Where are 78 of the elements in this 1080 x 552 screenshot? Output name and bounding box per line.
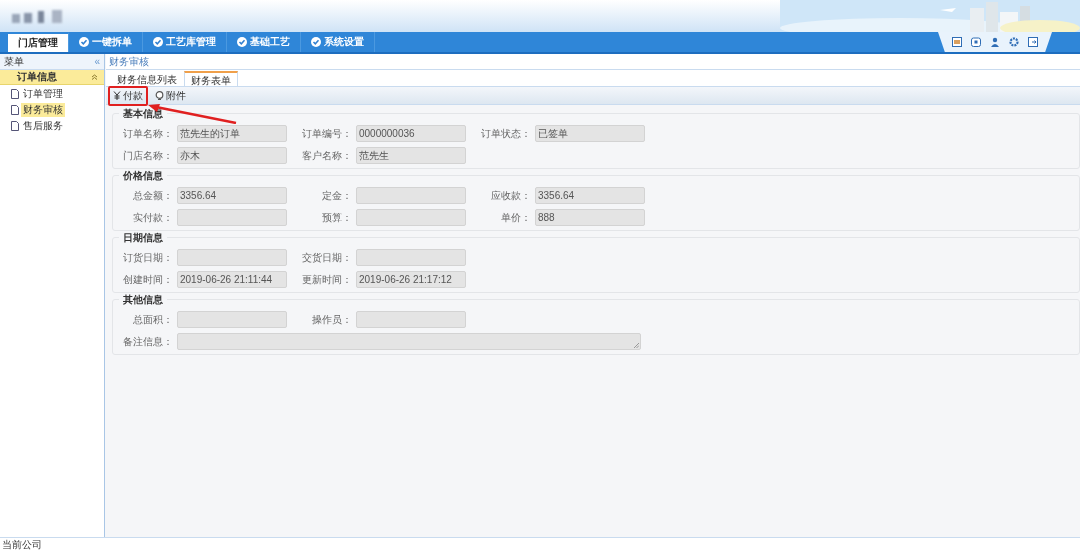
check-icon: [153, 37, 163, 47]
field-value: 888: [538, 212, 555, 223]
remark-field[interactable]: [177, 333, 641, 350]
field-label: 门店名称：: [122, 148, 174, 163]
tab[interactable]: 财务信息列表: [110, 71, 184, 86]
field-value: 2019-06-26 21:17:12: [359, 274, 452, 285]
calendar-icon[interactable]: [971, 37, 981, 47]
pay-button[interactable]: 付款: [108, 85, 148, 106]
input-field[interactable]: 已签单: [535, 125, 645, 142]
section-title: 价格信息: [119, 169, 167, 183]
input-field[interactable]: 3356.64: [535, 187, 645, 204]
field-value: 3356.64: [538, 190, 575, 201]
field-label: 交货日期：: [301, 250, 353, 265]
input-field[interactable]: 3356.64: [177, 187, 287, 204]
exit-icon[interactable]: [1028, 37, 1038, 47]
input-field[interactable]: 范先生: [356, 147, 466, 164]
yen-icon: [113, 91, 121, 100]
input-field[interactable]: 2019-06-26 21:11:44: [177, 271, 287, 288]
menu-item[interactable]: 财务审核: [21, 103, 65, 117]
field-label: 备注信息：: [122, 334, 174, 349]
field-label: 订货日期：: [122, 250, 174, 265]
nav-tab[interactable]: 工艺库管理: [143, 32, 227, 52]
check-icon: [237, 37, 247, 47]
field-value: 已签单: [538, 126, 568, 141]
monitor-icon[interactable]: [952, 37, 962, 47]
input-field[interactable]: 亦木: [177, 147, 287, 164]
status-text: 当前公司: [2, 538, 42, 552]
chevron-icon: [91, 74, 98, 80]
menu-item[interactable]: 订单管理: [21, 87, 65, 101]
attach-button[interactable]: 附件: [150, 85, 191, 106]
section-title: 日期信息: [119, 231, 167, 245]
nav-tab[interactable]: 基础工艺: [227, 32, 301, 52]
input-field[interactable]: [356, 311, 466, 328]
field-value: 2019-06-26 21:11:44: [180, 274, 273, 285]
input-field[interactable]: [177, 311, 287, 328]
field-label: 订单状态：: [480, 126, 532, 141]
field-label: 总金额：: [132, 188, 174, 203]
input-field[interactable]: [356, 249, 466, 266]
field-label: 总面积：: [132, 312, 174, 327]
field-label: 应收款：: [490, 188, 532, 203]
user-icon[interactable]: [990, 37, 1000, 47]
field-value: 0000000036: [359, 128, 415, 139]
field-value: 范先生: [359, 148, 389, 163]
field-label: 创建时间：: [122, 272, 174, 287]
field-value: 范先生的订单: [180, 126, 240, 141]
field-label: 定金：: [321, 188, 353, 203]
field-label: 实付款：: [132, 210, 174, 225]
section-title: 其他信息: [119, 293, 167, 307]
field-label: 预算：: [321, 210, 353, 225]
nav-tab[interactable]: 门店管理: [8, 32, 69, 52]
field-label: 客户名称：: [301, 148, 353, 163]
input-field[interactable]: 888: [535, 209, 645, 226]
field-value: 3356.64: [180, 190, 217, 201]
menu-group[interactable]: 订单信息: [0, 70, 104, 85]
field-label: 更新时间：: [301, 272, 353, 287]
menu-item[interactable]: 售后服务: [21, 119, 65, 133]
section-title: 基本信息: [119, 107, 167, 121]
field-label: 订单编号：: [301, 126, 353, 141]
settings-icon[interactable]: [1009, 37, 1019, 47]
input-field[interactable]: 范先生的订单: [177, 125, 287, 142]
input-field[interactable]: [177, 209, 287, 226]
input-field[interactable]: 0000000036: [356, 125, 466, 142]
input-field[interactable]: [177, 249, 287, 266]
input-field[interactable]: [356, 187, 466, 204]
sidebar-title: 菜单: [4, 54, 24, 69]
breadcrumb: 财务审核: [109, 54, 149, 69]
input-field[interactable]: [356, 209, 466, 226]
check-icon: [79, 37, 89, 47]
nav-tab[interactable]: 系统设置: [301, 32, 375, 52]
check-icon: [311, 37, 321, 47]
nav-tab[interactable]: 一键拆单: [69, 32, 143, 52]
field-label: 单价：: [500, 210, 532, 225]
input-field[interactable]: 2019-06-26 21:17:12: [356, 271, 466, 288]
field-value: 亦木: [180, 148, 200, 163]
tab[interactable]: 财务表单: [184, 71, 238, 86]
field-label: 操作员：: [311, 312, 353, 327]
resize-grip-icon[interactable]: [634, 343, 639, 348]
field-label: 订单名称：: [122, 126, 174, 141]
